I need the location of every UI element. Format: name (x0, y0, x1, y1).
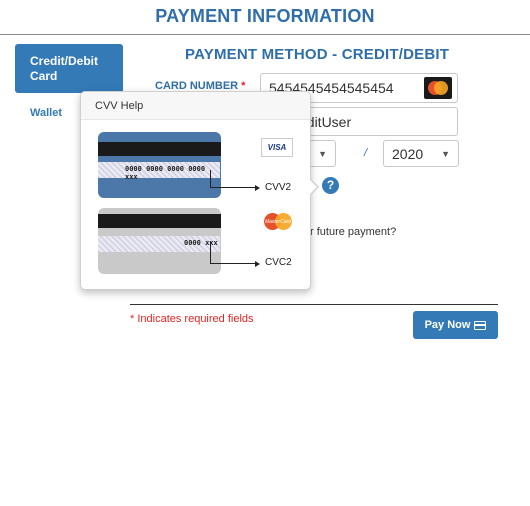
arrow-right-icon (255, 261, 260, 267)
mastercard-logo: MasterCard (264, 213, 292, 230)
tab-credit-debit-card[interactable]: Credit/Debit Card (15, 44, 123, 93)
mastercard-back-image: 0000 xxx (98, 208, 221, 274)
required-fields-note: * Indicates required fields (130, 313, 254, 325)
cvv2-pointer-line (210, 170, 257, 188)
credit-card-icon (474, 320, 487, 330)
mastercard-icon (424, 77, 452, 99)
visa-logo: VISA (261, 138, 293, 157)
popover-title: CVV Help (81, 92, 310, 120)
visa-card-back-image: 0000 0000 0000 0000 xxx (98, 132, 221, 198)
popover-arrow (309, 178, 319, 196)
magnetic-stripe (98, 214, 221, 228)
magnetic-stripe (98, 142, 221, 156)
cvc2-pointer-line (210, 241, 257, 264)
tab-wallet[interactable]: Wallet (30, 107, 62, 119)
mastercard-logo-text: MasterCard (264, 219, 292, 225)
cvv-help-icon[interactable]: ? (322, 177, 339, 194)
title-divider (0, 34, 530, 35)
form-divider (130, 304, 498, 305)
cvv-help-popover: CVV Help 0000 0000 0000 0000 xxx VISA CV… (80, 91, 319, 290)
arrow-right-icon (255, 185, 260, 191)
visa-card-number: 0000 0000 0000 0000 xxx (125, 165, 206, 181)
expiry-year-select[interactable]: 2020 ▼ (383, 140, 459, 167)
page-title: PAYMENT INFORMATION (155, 6, 375, 26)
pay-now-button[interactable]: Pay Now (413, 311, 498, 339)
cvv2-label: CVV2 (265, 182, 292, 193)
cvc2-label: CVC2 (265, 257, 292, 268)
chevron-down-icon: ▼ (318, 149, 327, 159)
section-title: PAYMENT METHOD - CREDIT/DEBIT (185, 46, 450, 63)
chevron-down-icon: ▼ (441, 149, 450, 159)
expiry-separator: / (364, 147, 368, 159)
expiry-year-value: 2020 (392, 145, 424, 162)
pay-now-label: Pay Now (424, 319, 471, 331)
save-card-text: r future payment? (310, 226, 397, 238)
